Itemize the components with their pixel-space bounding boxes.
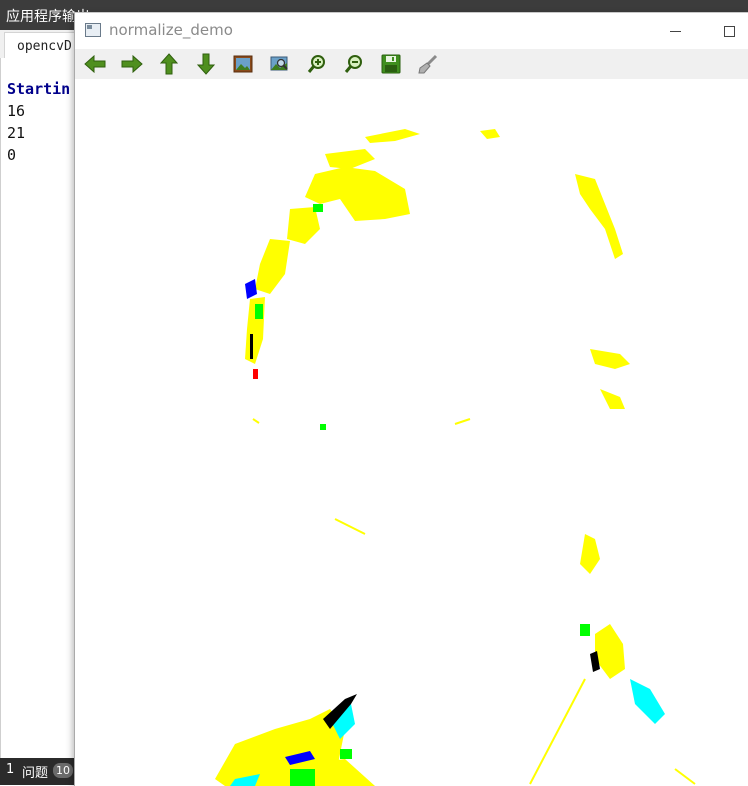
minimize-button[interactable] [657, 17, 693, 45]
green-regions [255, 204, 590, 786]
zoom-in-icon [307, 55, 325, 73]
zoom-fit-button[interactable] [267, 52, 293, 76]
image-canvas[interactable] [75, 79, 748, 786]
save-button[interactable] [378, 52, 404, 76]
brush-icon [418, 54, 438, 74]
dark-regions [250, 334, 600, 729]
output-line-starting: Startin [7, 80, 71, 98]
pan-down-button[interactable] [193, 52, 219, 76]
properties-button[interactable] [415, 52, 441, 76]
normalize-demo-window: normalize_demo [74, 12, 748, 786]
zoom-in-button[interactable] [304, 52, 330, 76]
zoom-image-icon [270, 56, 288, 71]
window-titlebar[interactable]: normalize_demo [75, 13, 748, 49]
pan-right-button[interactable] [119, 52, 145, 76]
minimize-icon [669, 30, 681, 32]
normalized-image [215, 129, 696, 786]
zoom-out-button[interactable] [341, 52, 367, 76]
maximize-button[interactable] [711, 17, 747, 45]
red-regions [253, 369, 258, 379]
arrow-down-icon [197, 53, 215, 75]
arrow-right-icon [121, 55, 143, 73]
floppy-disk-icon [381, 54, 401, 74]
zoom-reset-button[interactable] [230, 52, 256, 76]
window-title: normalize_demo [109, 21, 233, 39]
image-icon [233, 55, 253, 73]
maximize-icon [723, 25, 735, 37]
yellow-regions [215, 129, 630, 786]
output-line: 21 [7, 124, 26, 142]
image-toolbar [75, 49, 748, 80]
issues-number: 1 [6, 762, 15, 777]
tab-opencv[interactable]: opencvD [4, 32, 85, 59]
output-line: 0 [7, 146, 17, 164]
arrow-left-icon [84, 55, 106, 73]
window-app-icon [85, 23, 101, 37]
issues-tab[interactable]: 问题 [22, 762, 48, 781]
issues-count-badge: 10 [53, 763, 73, 778]
pan-up-button[interactable] [156, 52, 182, 76]
zoom-out-icon [344, 55, 362, 73]
output-line: 16 [7, 102, 26, 120]
arrow-up-icon [160, 53, 178, 75]
pan-left-button[interactable] [82, 52, 108, 76]
